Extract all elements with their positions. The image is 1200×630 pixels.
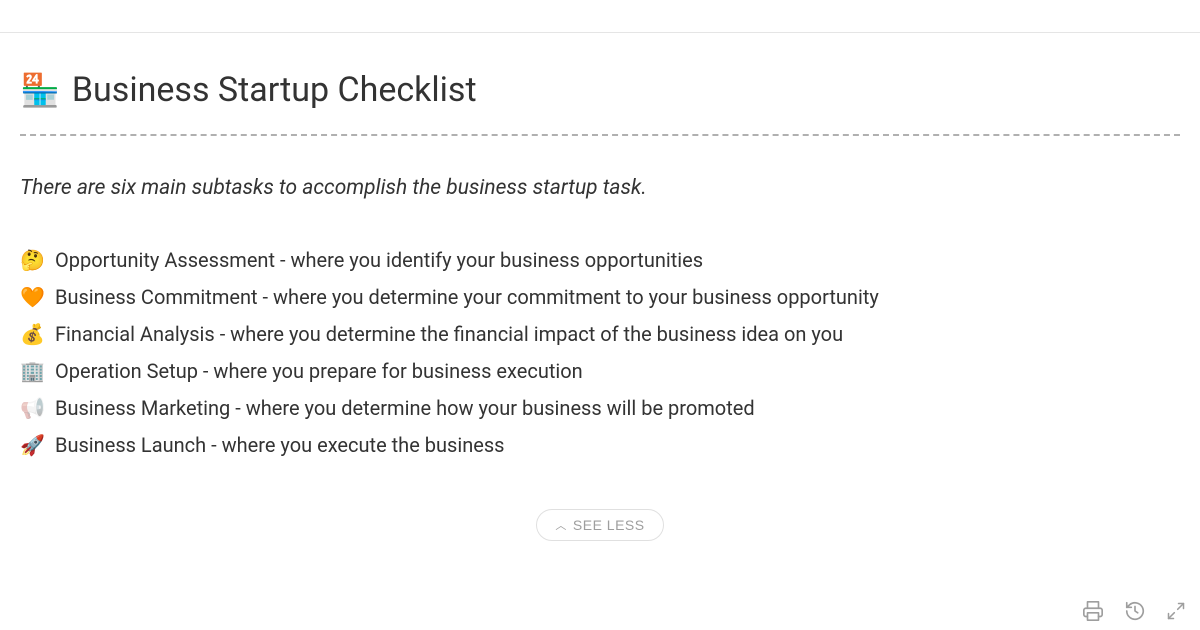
list-item-text: Financial Analysis - where you determine… — [55, 322, 843, 346]
rocket-icon: 🚀 — [20, 433, 46, 457]
dashed-divider — [20, 134, 1180, 136]
list-item: 🧡 Business Commitment - where you determ… — [20, 285, 1180, 309]
bottom-icon-bar — [1082, 600, 1186, 622]
list-item-text: Opportunity Assessment - where you ident… — [55, 248, 703, 272]
main-content: 🏪 Business Startup Checklist There are s… — [0, 0, 1200, 561]
print-icon[interactable] — [1082, 600, 1104, 622]
list-item: 🚀 Business Launch - where you execute th… — [20, 433, 1180, 457]
list-item: 📢 Business Marketing - where you determi… — [20, 396, 1180, 420]
heart-icon: 🧡 — [20, 285, 46, 309]
list-item-text: Business Commitment - where you determin… — [55, 285, 879, 309]
list-item-text: Business Launch - where you execute the … — [55, 433, 505, 457]
list-item: 🤔 Opportunity Assessment - where you ide… — [20, 248, 1180, 272]
top-border — [0, 32, 1200, 33]
see-less-wrapper: ︿ SEE LESS — [20, 509, 1180, 541]
convenience-store-icon: 🏪 — [20, 74, 60, 106]
money-bag-icon: 💰 — [20, 322, 46, 346]
subtitle-text: There are six main subtasks to accomplis… — [20, 176, 1180, 200]
page-title: Business Startup Checklist — [72, 70, 477, 110]
title-row: 🏪 Business Startup Checklist — [20, 70, 1180, 110]
list-item-text: Business Marketing - where you determine… — [55, 396, 755, 420]
history-icon[interactable] — [1124, 600, 1146, 622]
thinking-face-icon: 🤔 — [20, 248, 46, 272]
office-building-icon: 🏢 — [20, 359, 46, 383]
loudspeaker-icon: 📢 — [20, 396, 46, 420]
list-item: 🏢 Operation Setup - where you prepare fo… — [20, 359, 1180, 383]
list-item-text: Operation Setup - where you prepare for … — [55, 359, 583, 383]
see-less-button[interactable]: ︿ SEE LESS — [536, 509, 663, 541]
see-less-label: SEE LESS — [573, 517, 645, 533]
checklist: 🤔 Opportunity Assessment - where you ide… — [20, 248, 1180, 457]
chevron-up-icon: ︿ — [555, 517, 567, 533]
list-item: 💰 Financial Analysis - where you determi… — [20, 322, 1180, 346]
expand-icon[interactable] — [1166, 601, 1186, 621]
